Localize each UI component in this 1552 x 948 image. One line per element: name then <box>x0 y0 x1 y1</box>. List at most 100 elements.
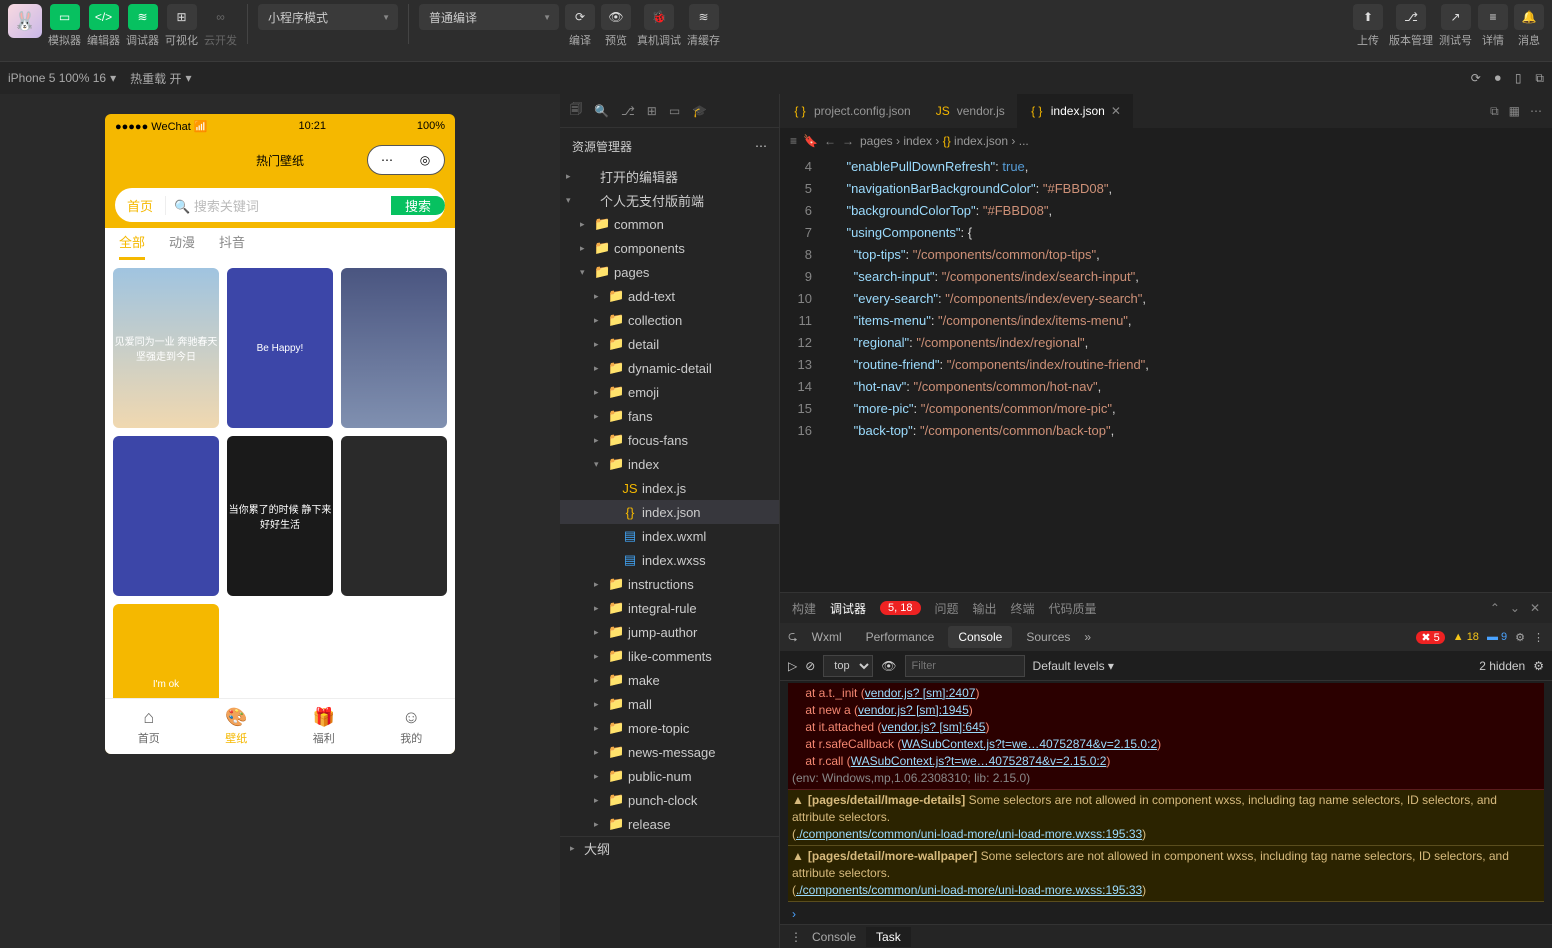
upload-button[interactable]: ⬆ <box>1353 4 1383 30</box>
hidden-count[interactable]: 2 hidden <box>1479 659 1525 673</box>
tree-collection[interactable]: ▸📁collection <box>560 308 779 332</box>
tree-instructions[interactable]: ▸📁instructions <box>560 572 779 596</box>
tree-add-text[interactable]: ▸📁add-text <box>560 284 779 308</box>
quality-tab[interactable]: 代码质量 <box>1049 600 1097 617</box>
panel-close-icon[interactable]: ✕ <box>1530 601 1540 615</box>
search-button[interactable]: 搜索 <box>391 196 445 215</box>
tree-打开的编辑器[interactable]: ▸打开的编辑器 <box>560 164 779 188</box>
drawer-toggle-icon[interactable]: ⋮ <box>790 930 802 944</box>
performance-tab[interactable]: Performance <box>856 626 945 648</box>
messages-button[interactable]: 🔔 <box>1514 4 1544 30</box>
compile-button[interactable]: ⟳ <box>565 4 595 30</box>
device-icon[interactable]: ▯ <box>1515 71 1522 86</box>
stack-link[interactable]: vendor.js? [sm]:1945 <box>858 703 969 717</box>
filter-gear-icon[interactable]: ⚙ <box>1533 659 1544 673</box>
search-input[interactable]: 🔍 搜索关键词 <box>166 196 409 215</box>
stack-link[interactable]: vendor.js? [sm]:645 <box>881 720 985 734</box>
levels-select[interactable]: Default levels ▾ <box>1033 659 1114 673</box>
tree-index.wxml[interactable]: ▤index.wxml <box>560 524 779 548</box>
capsule-button[interactable]: ⋯◎ <box>367 145 445 175</box>
tree-mall[interactable]: ▸📁mall <box>560 692 779 716</box>
tree-like-comments[interactable]: ▸📁like-comments <box>560 644 779 668</box>
tree-index[interactable]: ▾📁index <box>560 452 779 476</box>
visualize-button[interactable]: ⊞ <box>167 4 197 30</box>
tree-index.wxss[interactable]: ▤index.wxss <box>560 548 779 572</box>
eye-icon[interactable]: 👁 <box>881 659 896 673</box>
info-count[interactable]: ▬ 9 <box>1487 631 1507 643</box>
wallpaper-thumb[interactable]: 当你累了的时候 静下来好好生活 <box>227 436 333 596</box>
build-tab[interactable]: 构建 <box>792 600 816 617</box>
tree-more-topic[interactable]: ▸📁more-topic <box>560 716 779 740</box>
editor-tab-index.json[interactable]: { }index.json✕ <box>1017 94 1133 128</box>
wallpaper-thumb[interactable] <box>113 436 219 596</box>
explorer-more-icon[interactable]: ⋯ <box>755 139 767 153</box>
output-tab[interactable]: 输出 <box>973 600 997 617</box>
outline-section[interactable]: ▸大纲 <box>560 836 779 860</box>
drawer-console[interactable]: Console <box>812 930 856 944</box>
wallpaper-thumb[interactable]: 见爱同为一业 奔驰春天坚强走到今日 <box>113 268 219 428</box>
console-play-icon[interactable]: ▷ <box>788 659 797 673</box>
wxml-tab[interactable]: Wxml <box>802 626 852 648</box>
refresh-icon[interactable]: ⟳ <box>1471 71 1481 86</box>
warn-link[interactable]: ./components/common/uni-load-more/uni-lo… <box>796 883 1142 897</box>
nav-首页[interactable]: ⌂首页 <box>105 699 193 754</box>
debugger-tab[interactable]: 调试器 <box>830 600 866 617</box>
tree-fans[interactable]: ▸📁fans <box>560 404 779 428</box>
stack-link[interactable]: WASubContext.js?t=we…40752874&v=2.15.0:2 <box>851 754 1107 768</box>
device-select[interactable]: iPhone 5 100% 16 ▾ <box>8 71 116 85</box>
tree-dynamic-detail[interactable]: ▸📁dynamic-detail <box>560 356 779 380</box>
panel-up-icon[interactable]: ⌃ <box>1490 601 1500 615</box>
category-tab[interactable]: 全部 <box>119 232 145 260</box>
nav-壁纸[interactable]: 🎨壁纸 <box>193 699 281 754</box>
record-icon[interactable]: ⏺ <box>1495 71 1501 86</box>
breadcrumb-bookmark-icon[interactable]: 🔖 <box>803 134 818 148</box>
test-account-button[interactable]: ↗ <box>1441 4 1471 30</box>
popout-icon[interactable]: ⧉ <box>1535 71 1544 86</box>
wallpaper-thumb[interactable]: I'm ok <box>113 604 219 698</box>
tree-news-message[interactable]: ▸📁news-message <box>560 740 779 764</box>
user-avatar[interactable]: 🐰 <box>8 4 42 38</box>
category-tab[interactable]: 抖音 <box>219 232 245 260</box>
explorer-run-icon[interactable]: ▭ <box>669 104 680 118</box>
tree-emoji[interactable]: ▸📁emoji <box>560 380 779 404</box>
nav-我的[interactable]: ☺我的 <box>368 699 456 754</box>
error-count[interactable]: ✖ 5 <box>1416 631 1444 644</box>
more-icon[interactable]: ⋯ <box>1530 104 1542 119</box>
console-prompt[interactable]: › <box>788 902 1544 924</box>
cloud-button[interactable]: ∞ <box>206 4 236 30</box>
layout-icon[interactable]: ▦ <box>1509 104 1520 119</box>
panel-down-icon[interactable]: ⌄ <box>1510 601 1520 615</box>
preview-button[interactable]: 👁 <box>601 4 631 30</box>
tree-components[interactable]: ▸📁components <box>560 236 779 260</box>
drawer-task[interactable]: Task <box>866 927 911 947</box>
breadcrumb-forward-icon[interactable]: → <box>842 134 854 148</box>
nav-福利[interactable]: 🎁福利 <box>280 699 368 754</box>
mode-select[interactable]: 小程序模式 <box>258 4 398 30</box>
terminal-tab[interactable]: 终端 <box>1011 600 1035 617</box>
debugger-button[interactable]: ≋ <box>128 4 158 30</box>
problems-tab[interactable]: 问题 <box>935 600 959 617</box>
version-button[interactable]: ⎇ <box>1396 4 1426 30</box>
simulator-button[interactable]: ▭ <box>50 4 80 30</box>
editor-tab-vendor.js[interactable]: JSvendor.js <box>923 94 1017 128</box>
tree-index.js[interactable]: JSindex.js <box>560 476 779 500</box>
tree-jump-author[interactable]: ▸📁jump-author <box>560 620 779 644</box>
tree-make[interactable]: ▸📁make <box>560 668 779 692</box>
split-icon[interactable]: ⧉ <box>1490 104 1499 119</box>
tree-个人无支付版前端[interactable]: ▾个人无支付版前端 <box>560 188 779 212</box>
explorer-search-icon[interactable]: 🔍 <box>594 104 609 118</box>
tree-integral-rule[interactable]: ▸📁integral-rule <box>560 596 779 620</box>
tree-common[interactable]: ▸📁common <box>560 212 779 236</box>
tree-public-num[interactable]: ▸📁public-num <box>560 764 779 788</box>
explorer-files-icon[interactable]: 🗐 <box>570 100 582 121</box>
code-editor[interactable]: 45678910111213141516 "enablePullDownRefr… <box>780 154 1552 592</box>
editor-button[interactable]: </> <box>89 4 119 30</box>
remote-debug-button[interactable]: 🐞 <box>644 4 674 30</box>
explorer-ext-icon[interactable]: ⊞ <box>647 104 657 118</box>
details-button[interactable]: ≡ <box>1478 4 1508 30</box>
compile-select[interactable]: 普通编译 <box>419 4 559 30</box>
stack-link[interactable]: WASubContext.js?t=we…40752874&v=2.15.0:2 <box>901 737 1157 751</box>
console-tab[interactable]: Console <box>948 626 1012 648</box>
context-select[interactable]: top <box>823 655 873 677</box>
devtools-more-icon[interactable]: » <box>1084 630 1091 644</box>
